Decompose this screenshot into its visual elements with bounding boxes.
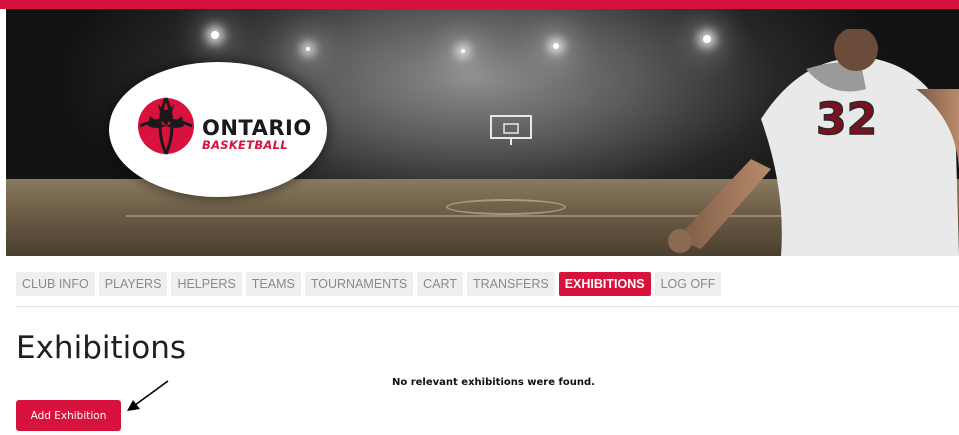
tab-cart[interactable]: CART [417,272,463,296]
tab-tournaments[interactable]: TOURNAMENTS [304,272,414,296]
arena-light [306,47,310,51]
tab-teams[interactable]: TEAMS [245,272,301,296]
arena-light [461,49,465,53]
basketball-hoop-icon [490,115,532,145]
tab-club-info[interactable]: CLUB INFO [16,272,95,296]
empty-state-message: No relevant exhibitions were found. [392,377,595,388]
player-image: 32 [668,29,959,256]
tab-players[interactable]: PLAYERS [98,272,168,296]
logo-wordmark: ONTARIO BASKETBALL [202,118,312,152]
main-nav: CLUB INFO PLAYERS HELPERS TEAMS TOURNAME… [16,272,722,296]
top-accent-bar [0,0,959,9]
arrow-annotation-icon [127,380,169,411]
tab-log-off[interactable]: LOG OFF [654,272,722,296]
nav-divider [16,306,959,307]
tab-transfers[interactable]: TRANSFERS [466,272,555,296]
add-exhibition-button[interactable]: Add Exhibition [16,400,121,431]
arena-light [553,43,559,49]
jersey-number: 32 [816,94,877,145]
header-banner: 32 ONTARIO BASKETBALL [6,9,959,256]
arena-light [211,31,219,39]
logo-line-ontario: ONTARIO [202,116,312,140]
ontario-basketball-logo: ONTARIO BASKETBALL [109,62,327,197]
page-title: Exhibitions [16,330,187,366]
tab-helpers[interactable]: HELPERS [171,272,242,296]
ontario-basketball-logo-icon [138,97,194,155]
tab-exhibitions[interactable]: EXHIBITIONS [558,272,651,296]
court-center-circle [446,199,566,215]
logo-line-basketball: BASKETBALL [202,138,288,152]
